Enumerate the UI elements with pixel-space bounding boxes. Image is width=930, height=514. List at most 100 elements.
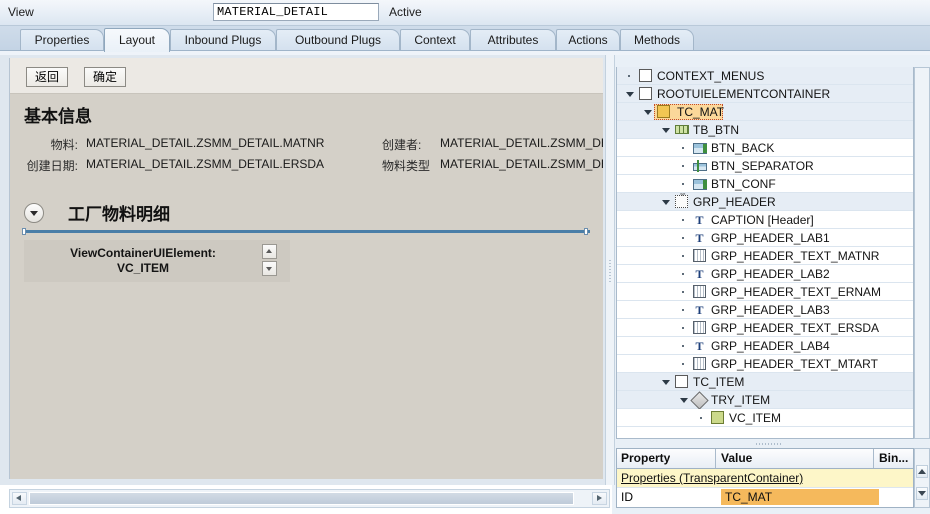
horizontal-splitter[interactable] [616,440,930,448]
tree-node-caption-header[interactable]: T CAPTION [Header] [617,211,913,229]
tree-node-grp-header-text-matnr[interactable]: GRP_HEADER_TEXT_MATNR [617,247,913,265]
tree-node-vc-item[interactable]: VC_ITEM [617,409,913,427]
vertical-splitter[interactable] [605,55,615,485]
tree-node-rootuielementcontainer[interactable]: ROOTUIELEMENTCONTAINER [617,85,913,103]
horizontal-scroll-thumb[interactable] [29,492,574,505]
tree-node-grp-header-lab2[interactable]: T GRP_HEADER_LAB2 [617,265,913,283]
tree-node-tb-btn[interactable]: TB_BTN [617,121,913,139]
group-header-caption: 基本信息 [24,107,92,126]
tree-expand-icon[interactable] [641,103,655,121]
tree-node-label: GRP_HEADER_TEXT_MATNR [711,249,880,263]
section-header: 工厂物料明细 [24,200,590,230]
view-container-label-line1: ViewContainerUIElement: [70,246,216,260]
tree-node-btn-back[interactable]: BTN_BACK [617,139,913,157]
tree-expand-icon[interactable] [623,85,637,103]
properties-vertical-scrollbar[interactable] [914,448,930,508]
right-corner-fill [914,55,930,67]
tree-node-label: TRY_ITEM [711,393,771,407]
properties-column-header[interactable]: Bin... [879,449,908,468]
back-button[interactable]: 返回 [26,67,69,87]
form-value[interactable]: MATERIAL_DETAIL.ZSMM_DETAIL.MATNR [86,136,324,150]
tab-inbound-plugs[interactable]: Inbound Plugs [170,29,276,52]
tree-node-tc-item[interactable]: TC_ITEM [617,373,913,391]
tree-bullet-icon [677,283,691,301]
tree-bullet-icon [677,211,691,229]
properties-scroll-up-icon[interactable] [916,465,928,478]
tree-expand-icon[interactable] [659,193,673,211]
property-value-cell[interactable]: TC_MAT [721,489,879,505]
textview-icon [693,321,707,335]
layout-canvas[interactable]: 返回 确定 基本信息 物料: MATERIAL_DETAIL.ZSMM_DETAI… [9,58,603,479]
tab-actions[interactable]: Actions [556,29,620,52]
ui-element-tree[interactable]: CONTEXT_MENUS ROOTUIELEMENTCONTAINER TC_MA… [616,67,914,439]
tree-node-grp-header-text-mtart[interactable]: GRP_HEADER_TEXT_MTART [617,355,913,373]
form-label: 物料: [50,138,78,152]
tree-node-context-menus[interactable]: CONTEXT_MENUS [617,67,913,85]
view-container-placeholder[interactable]: ViewContainerUIElement: VC_ITEM [24,240,290,282]
form-label: 物料类型 [382,159,431,173]
view-container-stepper[interactable] [262,244,277,276]
tree-node-grp-header-lab1[interactable]: T GRP_HEADER_LAB1 [617,229,913,247]
form-label: 创建者: [382,138,422,152]
property-value-text: TC_MAT [725,490,773,504]
text-icon: T [695,213,704,227]
properties-row[interactable]: ID TC_MAT [617,487,913,506]
tab-properties[interactable]: Properties [20,29,104,52]
form-value[interactable]: MATERIAL_DETAIL.ZSMM_DETAIL.ERN [440,136,603,150]
view-container-label-line2: VC_ITEM [116,261,169,275]
tree-bullet-icon [677,337,691,355]
tree-expand-icon[interactable] [659,121,673,139]
tab-context[interactable]: Context [400,29,470,52]
properties-section-row[interactable]: Properties (TransparentContainer) [617,469,913,487]
button-icon [693,141,707,155]
tree-node-grp-header-lab4[interactable]: T GRP_HEADER_LAB4 [617,337,913,355]
tree-vertical-scrollbar[interactable] [914,67,930,439]
column-divider[interactable] [715,449,716,468]
view-name-input[interactable]: MATERIAL_DETAIL [213,3,379,21]
confirm-button[interactable]: 确定 [84,67,127,87]
tab-strip: Properties Layout Inbound Plugs Outbound Pl… [0,26,930,52]
canvas-horizontal-scrollbar[interactable] [9,489,610,508]
form-row: 创建日期: MATERIAL_DETAIL.ZSMM_DETAIL.ERSDA 物料… [10,157,603,176]
tree-node-tc-mat[interactable]: TC_MAT [617,103,913,121]
text-icon: T [695,303,704,317]
tree-node-label: GRP_HEADER_TEXT_MTART [711,357,878,371]
tree-node-btn-separator[interactable]: BTN_SEPARATOR [617,157,913,175]
tab-layout[interactable]: Layout [104,28,170,52]
tab-attributes[interactable]: Attributes [470,29,556,52]
form-value[interactable]: MATERIAL_DETAIL.ZSMM_DETAIL.MTA [440,157,603,171]
tray-icon [690,391,709,410]
stepper-down-icon[interactable] [262,261,277,276]
tree-bullet-icon [677,229,691,247]
tree-node-grp-header[interactable]: GRP_HEADER [617,191,913,211]
tree-node-label: CONTEXT_MENUS [657,69,765,83]
tree-node-grp-header-lab3[interactable]: T GRP_HEADER_LAB3 [617,301,913,319]
properties-grid[interactable]: Property Value Bin... Properties (Transpare… [616,448,914,508]
stepper-up-icon[interactable] [262,244,277,259]
tab-outbound-plugs[interactable]: Outbound Plugs [276,29,400,52]
section-title: 工厂物料明细 [68,205,170,224]
tree-bullet-icon [623,67,637,85]
status-badge: Active [389,5,422,19]
tree-bullet-icon [677,157,691,175]
tree-node-try-item[interactable]: TRY_ITEM [617,391,913,410]
chevron-down-icon[interactable] [24,203,44,223]
tree-node-label: BTN_CONF [711,177,776,191]
tree-node-grp-header-text-ernam[interactable]: GRP_HEADER_TEXT_ERNAM [617,283,913,301]
container-orange-icon [657,105,671,119]
column-divider[interactable] [873,449,874,468]
textview-icon [693,357,707,371]
scroll-left-icon[interactable] [12,492,27,505]
form-label: 创建日期: [26,159,78,173]
tree-bullet-icon [677,355,691,373]
properties-scroll-down-icon[interactable] [916,487,928,500]
tree-node-grp-header-text-ersda[interactable]: GRP_HEADER_TEXT_ERSDA [617,319,913,337]
form-value[interactable]: MATERIAL_DETAIL.ZSMM_DETAIL.ERSDA [86,157,324,171]
tab-methods[interactable]: Methods [620,29,694,52]
scroll-right-icon[interactable] [592,492,607,505]
properties-column-header[interactable]: Property [621,449,670,468]
toolbar-icon [675,123,689,137]
tree-node-btn-conf[interactable]: BTN_CONF [617,175,913,193]
properties-column-header[interactable]: Value [721,449,752,468]
tree-expand-icon[interactable] [659,373,673,391]
